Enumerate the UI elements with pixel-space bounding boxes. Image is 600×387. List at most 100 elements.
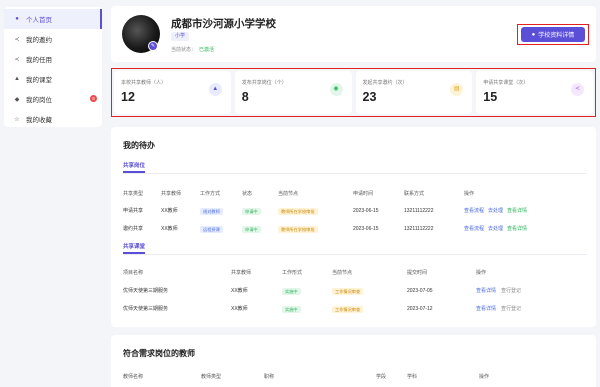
school-detail-button[interactable]: ● 学校资料详情	[521, 27, 585, 42]
sidebar-item[interactable]: ≺ 我的任用	[4, 49, 102, 69]
table-header: 项目名称 共享教师 工作形式 当前节点 提交时间 操作	[111, 268, 596, 278]
view-detail-link[interactable]: 查看详情	[476, 306, 496, 312]
detail-button-label: 学校资料详情	[538, 33, 575, 39]
form-badge: 实施中	[282, 305, 301, 313]
eye-icon: ◉	[329, 83, 343, 96]
tab-shared-post[interactable]: 共享岗位	[123, 161, 145, 173]
sidebar-item-label: 我的邀约	[26, 37, 52, 44]
table-cell: 提交时间	[407, 268, 427, 278]
view-process-link[interactable]: 查看流程	[464, 226, 484, 232]
table-cell: 查看流程 去处理 查看详情	[464, 224, 527, 234]
mode-badge: 远程授课	[200, 225, 223, 233]
column-header: 教师名称	[123, 374, 144, 380]
table-cell: 工作形式	[282, 268, 302, 278]
table-cell: 申请中	[242, 224, 261, 235]
view-process-link[interactable]: 查看流程	[464, 208, 484, 214]
tab-shared-class[interactable]: 共享课堂	[123, 242, 146, 254]
column-header: 项目名称	[123, 270, 144, 276]
school-type-tag: 小学	[171, 32, 190, 41]
table-cell: 13211112222	[404, 206, 433, 216]
sidebar-item-label: 我的课堂	[26, 77, 52, 84]
column-header: 申请时间	[353, 191, 374, 197]
table-cell: 学段	[376, 372, 386, 382]
table-cell: 联系方式	[404, 189, 424, 199]
table-cell: 当前节点	[332, 268, 352, 278]
table-cell: 实施中	[282, 304, 301, 315]
table-cell: 学科	[407, 372, 417, 382]
table-cell: 查看详情 查行登记	[476, 286, 521, 296]
teacher-name: XX教师	[231, 288, 248, 294]
share-type: 邀约共享	[123, 226, 144, 232]
column-header: 共享教师	[231, 270, 252, 276]
teacher-name: XX教师	[231, 306, 248, 312]
bell-icon: ◆	[14, 96, 20, 103]
column-header: 学科	[407, 374, 418, 380]
column-header: 工作形式	[282, 270, 303, 276]
node-badge: 工作情况审查	[332, 287, 364, 295]
graduation-cap-icon: ▲	[208, 83, 222, 96]
form-badge: 实施中	[282, 287, 301, 295]
table-cell: 项目名称	[123, 268, 143, 278]
view-detail-link[interactable]: 查看详情	[507, 226, 527, 232]
column-header: 共享教师	[161, 191, 182, 197]
edit-icon[interactable]: ✎	[148, 41, 158, 51]
view-detail-link[interactable]: 查看详情	[507, 208, 527, 214]
register-link[interactable]: 查行登记	[501, 288, 521, 294]
matching-teachers-card: 符合需求岗位的教师 教师名称 教师类型 职称 学段 学科 操作	[111, 335, 596, 387]
sidebar-item-label: 个人首页	[26, 17, 52, 24]
column-header: 职称	[264, 374, 275, 380]
handle-link[interactable]: 去处理	[488, 208, 503, 214]
sidebar-item[interactable]: ▲ 我的课堂	[4, 69, 102, 89]
table-cell: 2023-06-15	[353, 206, 379, 216]
table-cell: 工作情况审查	[332, 286, 364, 297]
sidebar-item[interactable]: ≺ 我的邀约	[4, 29, 102, 49]
register-link[interactable]: 查行登记	[501, 306, 521, 312]
share-icon: ≺	[14, 56, 20, 63]
table-cell: 申请中	[242, 206, 261, 217]
table-cell: 工作方式	[200, 189, 220, 199]
sidebar-item-label: 我的收藏	[26, 117, 52, 124]
table-cell: 2023-07-12	[407, 304, 433, 314]
table-row: 优师天使第三期服务 XX教师 实施中 工作情况审查 2023-07-12 查看详情 查行登记	[111, 304, 596, 314]
column-header: 工作方式	[200, 191, 221, 197]
share-type: 申请共享	[123, 208, 144, 214]
tab-label: 共享课堂	[123, 244, 146, 250]
status-row: 当前状态： 已激活	[171, 46, 214, 53]
table-cell: 操作	[476, 268, 486, 278]
status-label: 当前状态：	[171, 47, 197, 53]
handle-link[interactable]: 去处理	[488, 226, 503, 232]
submit-time: 2023-07-12	[407, 306, 433, 312]
node-badge: 工作情况审查	[332, 305, 364, 313]
table-cell: 远程授课	[200, 224, 223, 235]
todo-title: 我的待办	[123, 141, 155, 150]
share-icon: ≺	[571, 83, 584, 96]
column-header: 当前节点	[278, 191, 299, 197]
sidebar-item[interactable]: ◆ 我的岗位 8	[4, 89, 102, 109]
table-cell: 申请时间	[353, 189, 373, 199]
table-cell: 申请共享	[123, 206, 143, 216]
table-cell: 操作	[479, 372, 489, 382]
actions: 查看详情 查行登记	[476, 306, 521, 312]
submit-time: 2023-07-05	[407, 288, 433, 294]
school-name: 成都市沙河源小学学校	[171, 18, 276, 30]
mode-badge: 线对教师	[200, 207, 223, 215]
node-badge: 教师所在学校审批	[278, 225, 318, 233]
table-cell: 2023-06-15	[353, 224, 379, 234]
column-header: 操作	[464, 191, 475, 197]
status-badge: 申请中	[242, 225, 261, 233]
sidebar-item[interactable]: ☆ 我的收藏	[4, 109, 102, 129]
star-icon: ☆	[14, 116, 20, 123]
sidebar-item-label: 我的岗位	[26, 97, 52, 104]
table-cell: 13211112222	[404, 224, 433, 234]
view-detail-link[interactable]: 查看详情	[476, 288, 496, 294]
table-cell: 教师类型	[201, 372, 221, 382]
column-header: 操作	[479, 374, 490, 380]
main-content: ✎ 成都市沙河源小学学校 小学 当前状态： 已激活 ● 学校资料详情	[111, 6, 596, 62]
sidebar-item[interactable]: ● 个人首页	[4, 9, 102, 29]
notification-badge: 8	[90, 95, 97, 102]
stat-card: 发布共享岗位（个） 8 ◉	[234, 71, 352, 114]
column-header: 教师类型	[201, 374, 222, 380]
status-badge: 申请中	[242, 207, 261, 215]
stat-card: 申请共享课堂（次） 15 ≺	[476, 71, 593, 114]
table-cell: 教师所在学校审批	[278, 224, 318, 235]
